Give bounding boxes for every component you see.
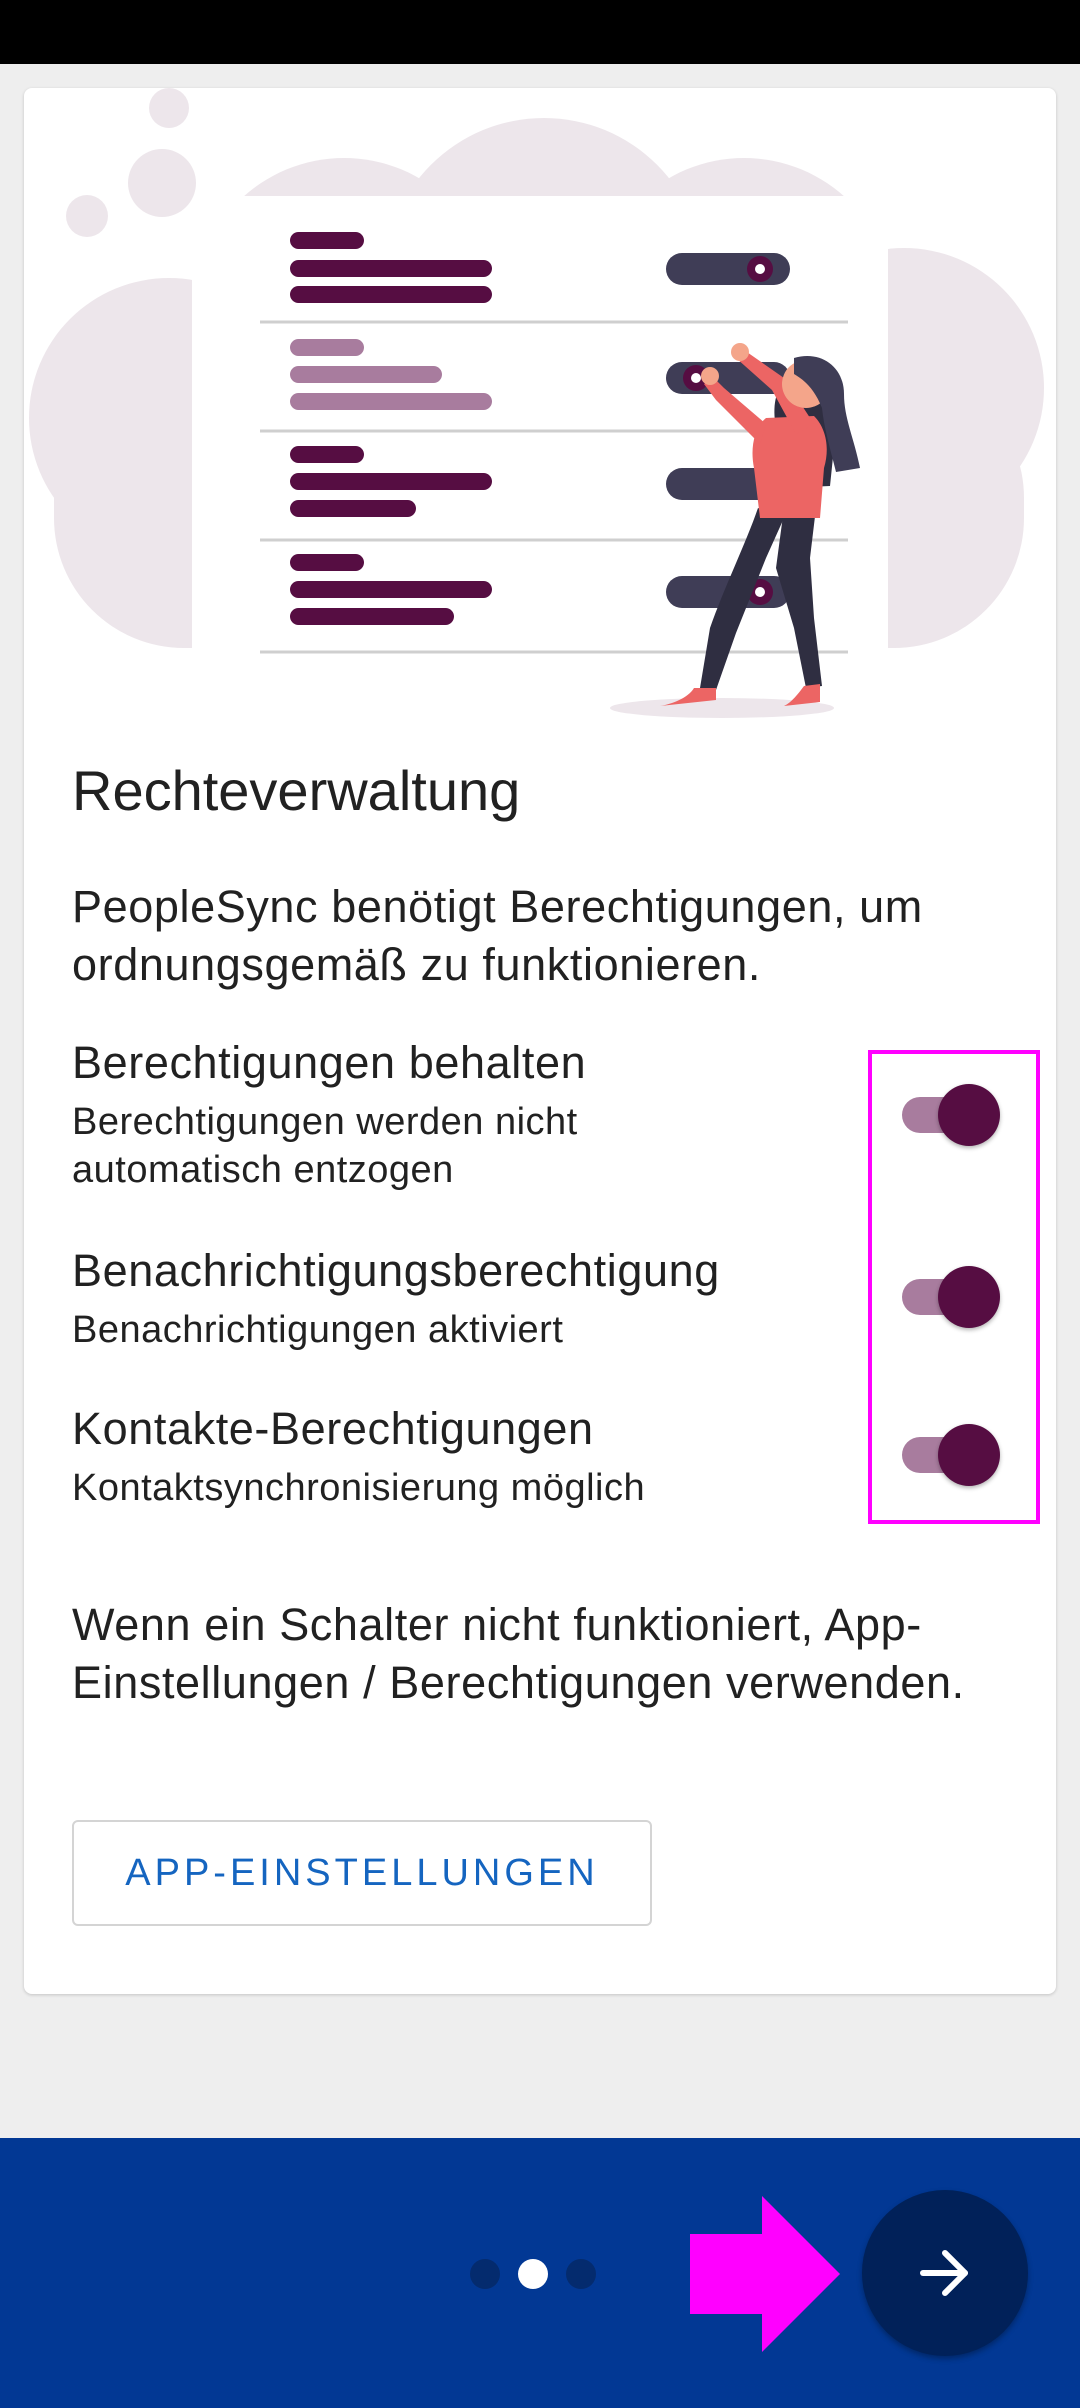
status-bar bbox=[0, 0, 1080, 64]
page-indicator-dot bbox=[566, 2259, 596, 2289]
permission-subtitle: Kontaktsynchronisierung möglich bbox=[72, 1467, 646, 1509]
switch-thumb bbox=[938, 1424, 1000, 1486]
notification-permission-switch[interactable] bbox=[894, 1262, 1004, 1332]
page-indicator bbox=[470, 2256, 596, 2292]
hint-text: Wenn ein Schalter nicht funktioniert, Ap… bbox=[72, 1599, 965, 1708]
permissions-card: Rechteverwaltung PeopleSync benötigt Ber… bbox=[24, 88, 1056, 1994]
page-indicator-dot-active bbox=[518, 2259, 548, 2289]
permission-row-contacts: Kontakte-Berechtigungen Kontaktsynchroni… bbox=[72, 1402, 1032, 1542]
page-indicator-dot bbox=[470, 2259, 500, 2289]
page-title: Rechteverwaltung bbox=[72, 759, 521, 822]
permission-title: Berechtigungen behalten bbox=[72, 1037, 587, 1088]
contacts-permission-switch[interactable] bbox=[894, 1420, 1004, 1490]
permission-title: Benachrichtigungsberechtigung bbox=[72, 1245, 720, 1296]
permission-row-notifications: Benachrichtigungsberechtigung Benachrich… bbox=[72, 1244, 1032, 1384]
intro-text: PeopleSync benötigt Berechtigungen, um o… bbox=[72, 881, 923, 990]
switch-thumb bbox=[938, 1266, 1000, 1328]
permissions-illustration bbox=[29, 88, 1044, 718]
keep-permissions-switch[interactable] bbox=[894, 1080, 1004, 1150]
permission-subtitle: Benachrichtigungen aktiviert bbox=[72, 1309, 564, 1351]
permission-title: Kontakte-Berechtigungen bbox=[72, 1403, 594, 1454]
next-button[interactable] bbox=[862, 2190, 1028, 2356]
permission-subtitle: Berechtigungen werden nicht automatisch … bbox=[72, 1101, 578, 1191]
app-settings-button[interactable]: APP-EINSTELLUNGEN bbox=[72, 1820, 652, 1926]
switch-thumb bbox=[938, 1084, 1000, 1146]
permission-row-keep: Berechtigungen behalten Berechtigungen w… bbox=[72, 1036, 1032, 1191]
arrow-right-icon bbox=[920, 2250, 968, 2296]
